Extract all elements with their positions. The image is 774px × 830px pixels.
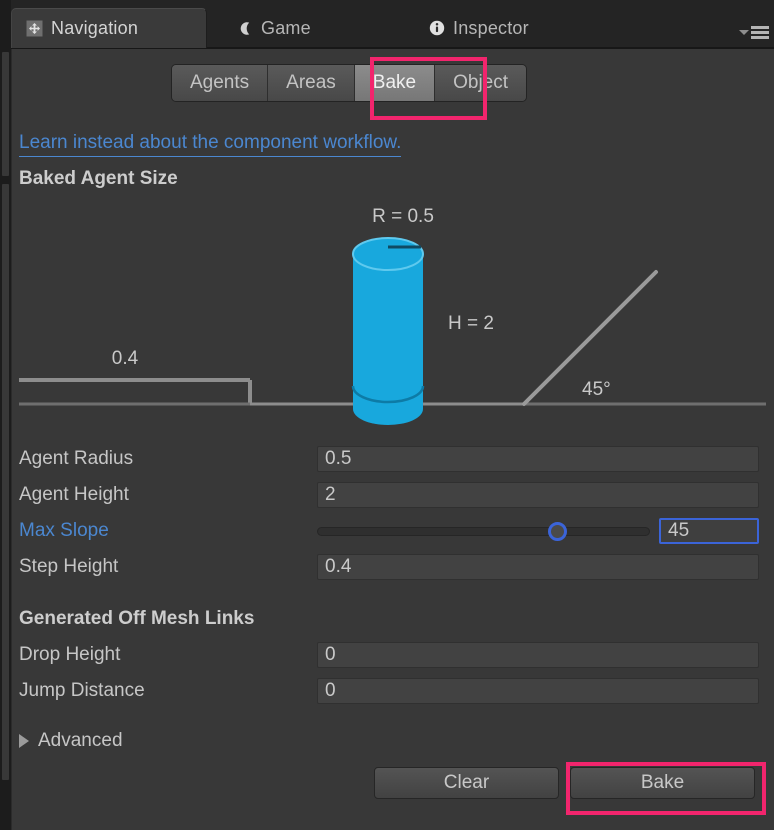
agent-cylinder	[351, 237, 425, 425]
baked-agent-size-header: Baked Agent Size	[19, 168, 178, 189]
tab-game-label: Game	[261, 17, 311, 38]
segment-areas[interactable]: Areas	[268, 65, 355, 101]
caret-down-icon	[739, 30, 749, 35]
height-label: H = 2	[448, 313, 494, 334]
jump-distance-input[interactable]: 0	[317, 678, 759, 704]
game-view-icon	[236, 20, 253, 37]
property-row-step-height: Step Height 0.4	[19, 554, 759, 580]
sliver-block-lower	[2, 184, 9, 780]
tab-inspector[interactable]: Inspector	[414, 8, 543, 48]
info-circle-icon	[428, 20, 445, 37]
component-workflow-link[interactable]: Learn instead about the component workfl…	[19, 131, 402, 157]
tab-navigation[interactable]: Navigation	[11, 8, 207, 48]
tab-inspector-label: Inspector	[453, 17, 529, 38]
max-slope-slider[interactable]	[317, 518, 650, 544]
advanced-foldout-label: Advanced	[38, 730, 123, 751]
slope-angle-label: 45°	[582, 379, 611, 400]
step-height-label: Step Height	[19, 556, 119, 577]
mode-segmented-control: Agents Areas Bake Object	[171, 64, 528, 102]
hamburger-menu-icon	[751, 26, 769, 39]
jump-distance-label: Jump Distance	[19, 680, 145, 701]
agent-size-diagram: R = 0.5 H = 2 0.4 45°	[11, 196, 774, 432]
agent-height-label: Agent Height	[19, 484, 129, 505]
tab-game[interactable]: Game	[222, 8, 325, 48]
property-row-agent-radius: Agent Radius 0.5	[19, 446, 759, 472]
chevron-right-icon	[19, 734, 29, 748]
step-height-label: 0.4	[112, 348, 139, 369]
sliver-block-upper	[2, 52, 9, 176]
drop-height-label: Drop Height	[19, 644, 121, 665]
navigation-window: Navigation Game Inspector Agents Areas B…	[0, 0, 774, 830]
max-slope-label: Max Slope	[19, 520, 109, 541]
segment-agents[interactable]: Agents	[172, 65, 269, 101]
max-slope-input[interactable]: 45	[659, 518, 759, 544]
property-row-jump-distance: Jump Distance 0	[19, 678, 759, 704]
property-row-drop-height: Drop Height 0	[19, 642, 759, 668]
advanced-foldout[interactable]: Advanced	[19, 730, 123, 752]
tab-navigation-label: Navigation	[51, 18, 139, 38]
property-row-agent-height: Agent Height 2	[19, 482, 759, 508]
property-row-max-slope: Max Slope 45	[19, 518, 759, 544]
agent-radius-label: Agent Radius	[19, 448, 134, 469]
bake-button[interactable]: Bake	[570, 767, 755, 799]
agent-radius-input[interactable]: 0.5	[317, 446, 759, 472]
offmesh-links-header: Generated Off Mesh Links	[19, 608, 255, 629]
drop-height-input[interactable]: 0	[317, 642, 759, 668]
max-slope-controls: 45	[317, 518, 759, 544]
radius-label: R = 0.5	[372, 206, 434, 227]
slider-track	[317, 526, 650, 536]
clear-button[interactable]: Clear	[374, 767, 559, 799]
agent-height-input[interactable]: 2	[317, 482, 759, 508]
segment-bake[interactable]: Bake	[354, 65, 436, 101]
move-tool-icon	[26, 20, 43, 37]
segment-object[interactable]: Object	[435, 65, 527, 101]
step-height-input[interactable]: 0.4	[317, 554, 759, 580]
navigation-panel: Agents Areas Bake Object	[11, 49, 774, 830]
slider-handle[interactable]	[547, 521, 567, 541]
window-options-menu[interactable]	[739, 26, 769, 39]
